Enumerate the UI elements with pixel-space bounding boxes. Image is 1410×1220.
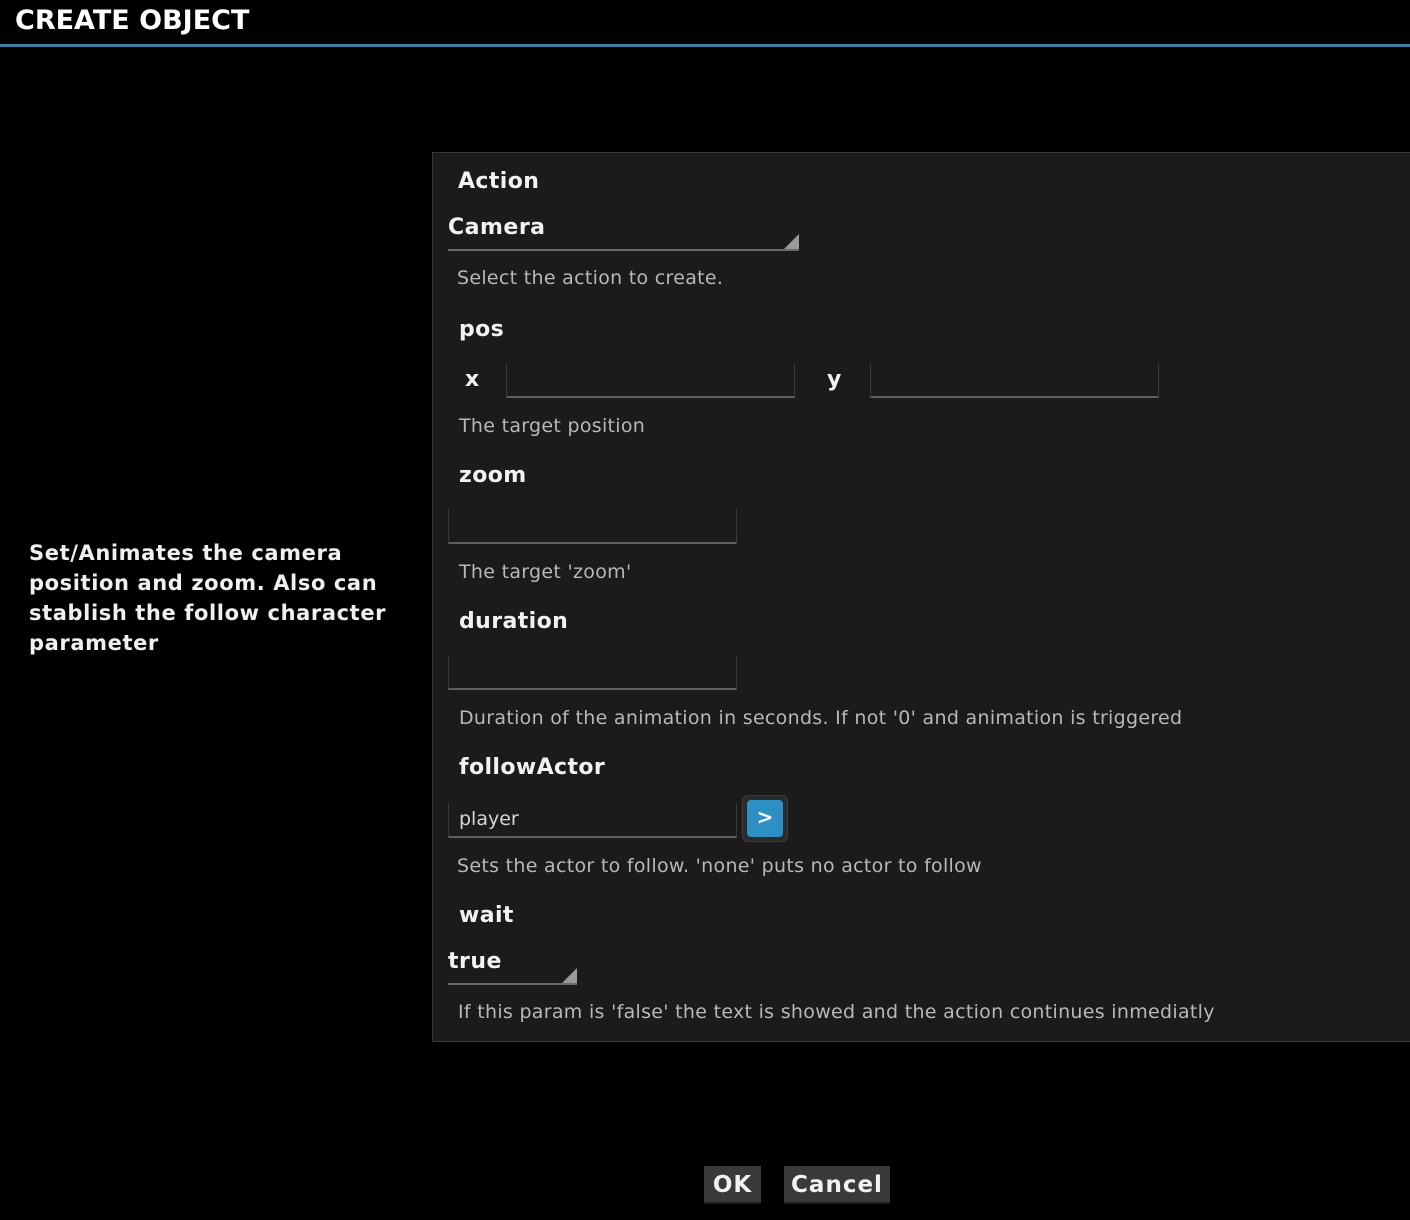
pos-label: pos [459, 317, 505, 342]
wait-select[interactable]: true [448, 949, 577, 985]
follow-actor-label: followActor [459, 755, 606, 780]
pos-x-input[interactable] [506, 363, 795, 398]
wait-select-value: true [448, 949, 502, 974]
ok-button[interactable]: OK [704, 1166, 761, 1204]
action-select-value: Camera [448, 215, 546, 240]
wait-help: If this param is 'false' the text is sho… [458, 1001, 1215, 1023]
title-bar: CREATE OBJECT [0, 0, 1410, 47]
select-actor-button[interactable]: > [742, 795, 788, 842]
follow-actor-help: Sets the actor to follow. 'none' puts no… [457, 855, 982, 877]
zoom-help: The target 'zoom' [459, 561, 632, 583]
action-select[interactable]: Camera [448, 215, 799, 251]
wait-label: wait [459, 903, 514, 928]
window-title: CREATE OBJECT [15, 5, 250, 36]
pos-y-input[interactable] [870, 363, 1159, 398]
duration-label: duration [459, 609, 569, 634]
pos-y-label: y [827, 367, 842, 392]
duration-help: Duration of the animation in seconds. If… [459, 707, 1183, 729]
create-object-dialog: CREATE OBJECT Set/Animates the camera po… [0, 0, 1410, 1220]
action-help: Select the action to create. [457, 267, 724, 289]
follow-actor-input[interactable]: player [448, 803, 737, 838]
zoom-input[interactable] [448, 509, 737, 544]
action-label: Action [458, 169, 540, 194]
pos-help: The target position [459, 415, 646, 437]
chevron-right-icon: > [747, 800, 783, 837]
dropdown-arrow-icon [784, 234, 799, 249]
zoom-label: zoom [459, 463, 527, 488]
pos-x-label: x [465, 367, 480, 392]
cancel-button[interactable]: Cancel [784, 1166, 890, 1204]
parameters-panel: Action Camera Select the action to creat… [432, 152, 1410, 1042]
action-description: Set/Animates the camera position and zoo… [29, 541, 387, 655]
dropdown-arrow-icon [562, 968, 577, 983]
duration-input[interactable] [448, 655, 737, 690]
